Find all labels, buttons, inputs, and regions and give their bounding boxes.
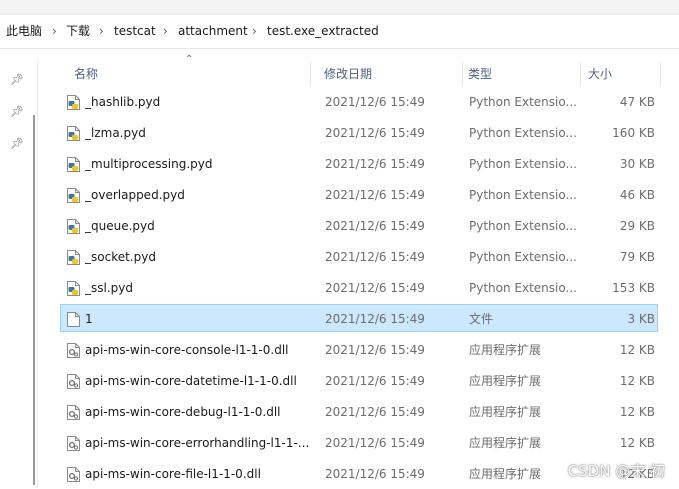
file-modified-date: 2021/12/6 15:49	[325, 250, 425, 264]
window-top-strip	[0, 0, 679, 15]
navigation-scrollbar[interactable]	[33, 115, 35, 485]
file-name: _hashlib.pyd	[85, 95, 161, 109]
file-type: Python Extensio...	[469, 281, 577, 295]
dll-file-icon	[67, 467, 80, 482]
file-name: _lzma.pyd	[85, 126, 146, 140]
file-row[interactable]: _lzma.pyd 2021/12/6 15:49 Python Extensio.…	[60, 118, 658, 146]
breadcrumb-this-pc[interactable]: 此电脑	[6, 15, 42, 48]
python-file-icon	[67, 281, 80, 296]
file-row[interactable]: api-ms-win-core-console-l1-1-0.dll 2021/1…	[60, 335, 658, 363]
file-name: api-ms-win-core-errorhandling-l1-1-...	[85, 436, 310, 450]
python-file-icon	[67, 157, 80, 172]
file-name: _overlapped.pyd	[85, 188, 185, 202]
file-row[interactable]: api-ms-win-core-debug-l1-1-0.dll 2021/12/…	[60, 397, 658, 425]
pin-icon[interactable]: 📌︎	[10, 137, 24, 151]
file-name: _multiprocessing.pyd	[85, 157, 213, 171]
python-file-icon	[67, 95, 80, 110]
blank-file-icon	[67, 312, 80, 327]
breadcrumb-testcat[interactable]: testcat	[114, 15, 156, 48]
file-modified-date: 2021/12/6 15:49	[325, 126, 425, 140]
breadcrumb-downloads[interactable]: 下载	[66, 15, 90, 48]
pin-icon[interactable]: 📌︎	[10, 73, 24, 87]
file-type: Python Extensio...	[469, 219, 577, 233]
file-name: api-ms-win-core-console-l1-1-0.dll	[85, 343, 289, 357]
file-size: 29 KB	[619, 219, 655, 233]
file-row[interactable]: _overlapped.pyd 2021/12/6 15:49 Python Ext…	[60, 180, 658, 208]
file-size: 153 KB	[612, 281, 655, 295]
file-modified-date: 2021/12/6 15:49	[325, 281, 425, 295]
file-row-selected[interactable]: 1 2021/12/6 15:49 文件 3 KB	[60, 304, 658, 332]
column-header-name[interactable]: 名称	[60, 60, 310, 88]
address-bar[interactable]: 此电脑 › 下载 › testcat › attachment › test.e…	[0, 15, 679, 49]
file-type: 应用程序扩展	[469, 405, 542, 419]
file-modified-date: 2021/12/6 15:49	[325, 374, 425, 388]
file-name: _socket.pyd	[85, 250, 156, 264]
file-row[interactable]: api-ms-win-core-errorhandling-l1-1-... 20…	[60, 428, 658, 456]
breadcrumb-separator[interactable]: ›	[252, 15, 257, 48]
file-row[interactable]: _multiprocessing.pyd 2021/12/6 15:49 Pytho…	[60, 149, 658, 177]
watermark-text: CSDN @末 初	[567, 462, 665, 480]
breadcrumb-attachment[interactable]: attachment	[178, 15, 248, 48]
file-modified-date: 2021/12/6 15:49	[325, 219, 425, 233]
python-file-icon	[67, 188, 80, 203]
file-type: 应用程序扩展	[469, 467, 542, 481]
file-row[interactable]: _socket.pyd 2021/12/6 15:49 Python Extensi…	[60, 242, 658, 270]
file-row[interactable]: api-ms-win-core-datetime-l1-1-0.dll 2021/…	[60, 366, 658, 394]
file-name: _queue.pyd	[85, 219, 155, 233]
file-row[interactable]: _ssl.pyd 2021/12/6 15:49 Python Extensio..…	[60, 273, 658, 301]
column-divider[interactable]	[660, 62, 661, 86]
file-size: 3 KB	[627, 312, 655, 326]
file-size: 30 KB	[619, 157, 655, 171]
breadcrumb-current-folder[interactable]: test.exe_extracted	[267, 15, 379, 48]
file-modified-date: 2021/12/6 15:49	[325, 157, 425, 171]
column-header-date[interactable]: 修改日期	[310, 60, 462, 88]
dll-file-icon	[67, 374, 80, 389]
python-file-icon	[67, 219, 80, 234]
file-modified-date: 2021/12/6 15:49	[325, 188, 425, 202]
file-row[interactable]: _hashlib.pyd 2021/12/6 15:49 Python Extens…	[60, 87, 658, 115]
column-header-type[interactable]: 类型	[454, 60, 580, 88]
file-name: 1	[85, 312, 93, 326]
file-row[interactable]: _queue.pyd 2021/12/6 15:49 Python Extensio…	[60, 211, 658, 239]
file-size: 47 KB	[619, 95, 655, 109]
breadcrumb-separator[interactable]: ›	[52, 15, 57, 48]
file-name: api-ms-win-core-datetime-l1-1-0.dll	[85, 374, 297, 388]
file-type: Python Extensio...	[469, 126, 577, 140]
breadcrumb-separator[interactable]: ›	[163, 15, 168, 48]
file-name: _ssl.pyd	[85, 281, 133, 295]
python-file-icon	[67, 250, 80, 265]
file-type: Python Extensio...	[469, 95, 577, 109]
file-modified-date: 2021/12/6 15:49	[325, 405, 425, 419]
dll-file-icon	[67, 343, 80, 358]
file-size: 46 KB	[619, 188, 655, 202]
file-type: 应用程序扩展	[469, 436, 542, 450]
file-type: 应用程序扩展	[469, 343, 542, 357]
file-modified-date: 2021/12/6 15:49	[325, 343, 425, 357]
file-type: 应用程序扩展	[469, 374, 542, 388]
file-name: api-ms-win-core-file-l1-1-0.dll	[85, 467, 261, 481]
breadcrumb-separator[interactable]: ›	[99, 15, 104, 48]
file-size: 12 KB	[619, 374, 655, 388]
file-size: 12 KB	[619, 436, 655, 450]
dll-file-icon	[67, 405, 80, 420]
pin-icon[interactable]: 📌︎	[10, 105, 24, 119]
python-file-icon	[67, 126, 80, 141]
file-modified-date: 2021/12/6 15:49	[325, 436, 425, 450]
file-size: 12 KB	[619, 405, 655, 419]
file-type: 文件	[469, 312, 494, 326]
file-type: Python Extensio...	[469, 157, 577, 171]
column-header-row: ⌃ 名称 修改日期 类型 大小	[60, 54, 661, 88]
file-type: Python Extensio...	[469, 188, 577, 202]
dll-file-icon	[67, 436, 80, 451]
file-size: 79 KB	[619, 250, 655, 264]
file-name: api-ms-win-core-debug-l1-1-0.dll	[85, 405, 281, 419]
file-size: 160 KB	[612, 126, 655, 140]
file-modified-date: 2021/12/6 15:49	[325, 312, 425, 326]
file-type: Python Extensio...	[469, 250, 577, 264]
file-modified-date: 2021/12/6 15:49	[325, 95, 425, 109]
file-modified-date: 2021/12/6 15:49	[325, 467, 425, 481]
file-size: 12 KB	[619, 343, 655, 357]
column-header-size[interactable]: 大小	[574, 60, 654, 88]
pane-divider	[37, 60, 43, 488]
